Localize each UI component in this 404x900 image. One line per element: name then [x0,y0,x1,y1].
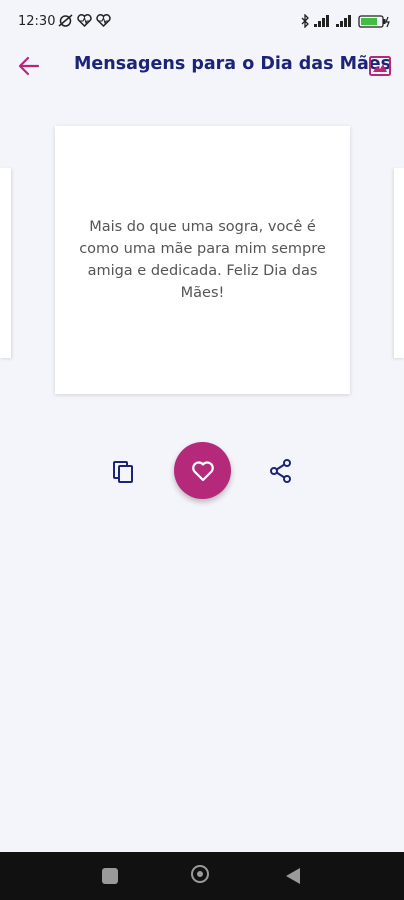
share-button[interactable] [268,457,294,485]
recents-icon[interactable] [102,868,118,884]
favorite-button[interactable] [174,442,231,499]
status-bar: 12:30 [0,0,404,42]
gallery-button[interactable] [366,52,394,80]
home-icon[interactable] [191,865,209,883]
share-icon [270,459,291,483]
status-time: 12:30 [18,14,56,29]
arrow-left-icon [18,56,40,76]
copy-icon [113,461,133,483]
back-button[interactable] [14,52,44,80]
heart-pulse-icon [77,14,92,27]
status-right-icons [300,14,390,28]
app-bar: Mensagens para o Dia das Mães [0,42,404,90]
heart-outline-icon [191,460,214,481]
copy-button[interactable] [110,457,136,485]
message-card: Mais do que uma sogra, você é como uma m… [55,126,350,394]
heart-pulse-icon [96,14,111,27]
signal-icon [336,15,351,27]
alarm-off-icon [58,14,73,27]
system-nav-bar [0,852,404,900]
battery-charging-icon [358,14,390,28]
message-text: Mais do que uma sogra, você é como uma m… [79,219,326,301]
signal-icon [314,15,329,27]
page-title: Mensagens para o Dia das Mães [74,54,392,74]
back-icon[interactable] [286,868,300,884]
next-card-peek[interactable] [394,168,404,358]
bluetooth-icon [301,14,309,28]
status-left-icons [58,14,111,27]
action-bar [0,440,404,500]
previous-card-peek[interactable] [0,168,11,358]
image-icon [369,56,391,76]
